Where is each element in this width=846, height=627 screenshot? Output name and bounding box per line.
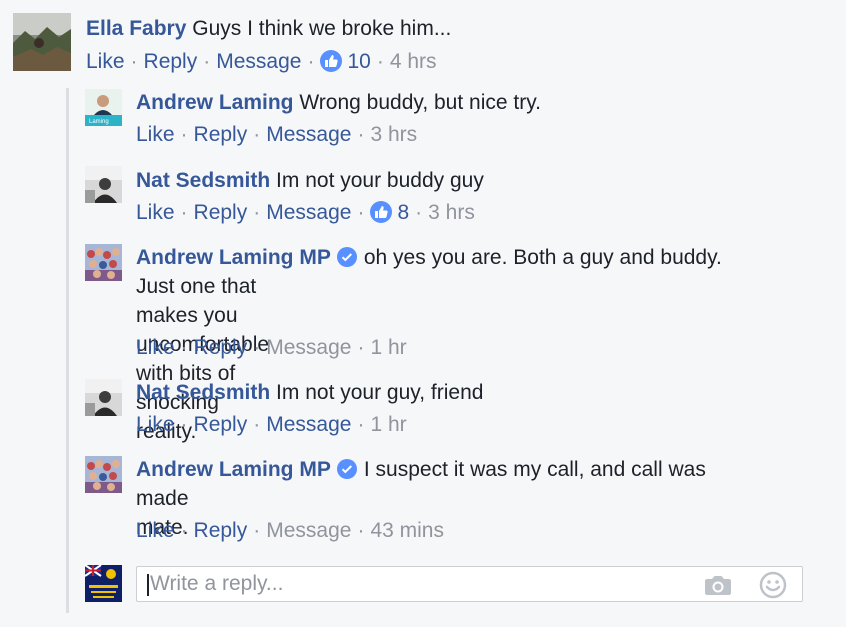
thread-line xyxy=(66,88,69,613)
reply-button[interactable]: Reply xyxy=(144,50,198,73)
camera-icon[interactable] xyxy=(704,574,732,596)
separator: · xyxy=(180,413,188,436)
reply-button[interactable]: Reply xyxy=(194,413,248,436)
reaction-count[interactable]: 8 xyxy=(397,201,409,224)
reply-button[interactable]: Reply xyxy=(194,336,248,359)
reply-button[interactable]: Reply xyxy=(194,123,248,146)
comment-author[interactable]: Ella Fabry xyxy=(86,17,186,40)
like-button[interactable]: Like xyxy=(136,336,175,359)
verified-badge-icon xyxy=(336,247,357,267)
timestamp[interactable]: 3 hrs xyxy=(370,123,417,146)
avatar-caption: Laming xyxy=(89,119,109,125)
like-button[interactable]: Like xyxy=(86,50,125,73)
comment-author[interactable]: Nat Sedsmith xyxy=(136,381,270,404)
timestamp[interactable]: 3 hrs xyxy=(428,201,475,224)
separator: · xyxy=(376,50,384,73)
separator: · xyxy=(253,519,261,542)
separator: · xyxy=(180,123,188,146)
separator: · xyxy=(180,336,188,359)
message-button[interactable]: Message xyxy=(266,201,351,224)
timestamp[interactable]: 1 hr xyxy=(370,336,406,359)
thumbs-up-icon[interactable] xyxy=(320,50,343,72)
reply-button[interactable]: Reply xyxy=(194,201,248,224)
reply-input[interactable]: Write a reply... xyxy=(136,566,803,602)
avatar[interactable] xyxy=(85,166,122,203)
like-button[interactable]: Like xyxy=(136,201,175,224)
verified-badge-icon xyxy=(336,459,357,479)
comment-text-line-1: oh yes you are. Both a guy and buddy. xyxy=(363,246,722,269)
like-button[interactable]: Like xyxy=(136,519,175,542)
separator: · xyxy=(357,123,365,146)
separator: · xyxy=(357,519,365,542)
comment-text-line-1: I suspect it was my call, and call was xyxy=(363,458,706,481)
separator: · xyxy=(180,519,188,542)
message-button[interactable]: Message xyxy=(266,123,351,146)
reply-button[interactable]: Reply xyxy=(194,519,248,542)
avatar[interactable] xyxy=(85,244,122,281)
comment-author[interactable]: Andrew Laming xyxy=(136,91,294,114)
avatar[interactable] xyxy=(85,379,122,416)
timestamp[interactable]: 1 hr xyxy=(370,413,406,436)
comment-author[interactable]: Andrew Laming MP xyxy=(136,458,331,481)
message-button[interactable]: Message xyxy=(266,413,351,436)
timestamp[interactable]: 4 hrs xyxy=(390,50,437,73)
timestamp[interactable]: 43 mins xyxy=(370,519,444,542)
separator: · xyxy=(253,336,261,359)
separator: · xyxy=(253,123,261,146)
message-button[interactable]: Message xyxy=(266,336,351,359)
avatar[interactable] xyxy=(85,456,122,493)
separator: · xyxy=(357,336,365,359)
separator: · xyxy=(130,50,138,73)
comment-author[interactable]: Andrew Laming MP xyxy=(136,246,331,269)
message-button[interactable]: Message xyxy=(266,519,351,542)
separator: · xyxy=(180,201,188,224)
separator: · xyxy=(253,201,261,224)
reaction-count[interactable]: 10 xyxy=(347,50,370,73)
like-button[interactable]: Like xyxy=(136,413,175,436)
separator: · xyxy=(203,50,211,73)
separator: · xyxy=(415,201,423,224)
separator: · xyxy=(357,201,365,224)
message-button[interactable]: Message xyxy=(216,50,301,73)
smiley-icon[interactable] xyxy=(759,571,787,599)
separator: · xyxy=(253,413,261,436)
thumbs-up-icon[interactable] xyxy=(370,201,393,223)
reply-placeholder: Write a reply... xyxy=(150,572,284,595)
comment-text: Guys I think we broke him... xyxy=(192,17,452,40)
comment-text: Wrong buddy, but nice try. xyxy=(299,91,541,114)
comment-author[interactable]: Nat Sedsmith xyxy=(136,169,270,192)
avatar[interactable] xyxy=(13,13,71,71)
current-user-avatar xyxy=(85,565,122,602)
like-button[interactable]: Like xyxy=(136,123,175,146)
avatar[interactable]: Laming xyxy=(85,89,122,126)
comment-text: Im not your guy, friend xyxy=(276,381,484,404)
text-cursor xyxy=(147,574,149,596)
separator: · xyxy=(357,413,365,436)
comment-text: Im not your buddy guy xyxy=(276,169,484,192)
separator: · xyxy=(307,50,315,73)
